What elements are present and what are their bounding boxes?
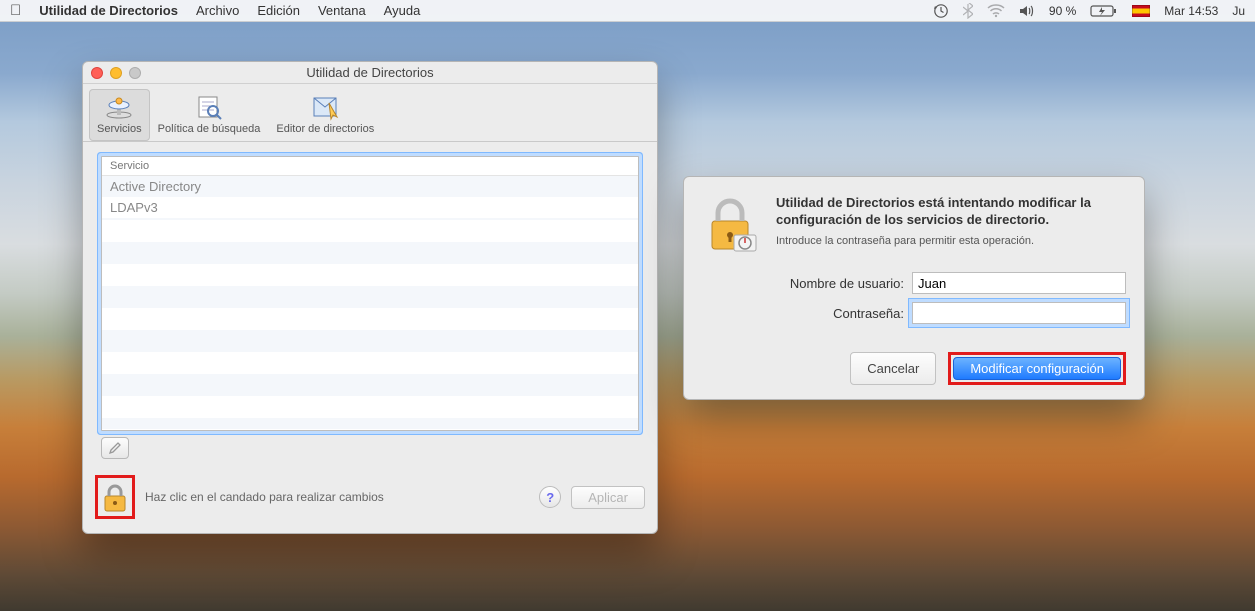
toolbar: Servicios Política de búsqueda Editor de… xyxy=(83,84,657,142)
lock-button[interactable] xyxy=(100,482,130,514)
tab-editor-label: Editor de directorios xyxy=(276,123,374,135)
tab-servicios[interactable]: Servicios xyxy=(89,89,150,141)
window-title: Utilidad de Directorios xyxy=(306,65,433,80)
tab-servicios-label: Servicios xyxy=(97,123,142,135)
clock[interactable]: Mar 14:53 xyxy=(1164,4,1218,18)
tab-politica[interactable]: Política de búsqueda xyxy=(150,89,269,141)
time-machine-icon[interactable] xyxy=(933,3,949,19)
services-list[interactable]: Servicio Active Directory LDAPv3 xyxy=(101,156,639,431)
apply-button[interactable]: Aplicar xyxy=(571,486,645,509)
apple-menu-icon[interactable]:  xyxy=(10,2,21,19)
minimize-window-button[interactable] xyxy=(110,67,122,79)
battery-percentage: 90 % xyxy=(1049,4,1076,18)
auth-subtext: Introduce la contraseña para permitir es… xyxy=(776,235,1126,247)
password-field[interactable] xyxy=(912,302,1126,324)
directory-utility-window: Utilidad de Directorios Servicios Políti… xyxy=(82,61,658,534)
edit-service-button[interactable] xyxy=(101,437,129,459)
tab-politica-label: Política de búsqueda xyxy=(158,123,261,135)
password-label: Contraseña: xyxy=(776,306,904,321)
username-label: Nombre de usuario: xyxy=(776,276,904,291)
auth-dialog: Utilidad de Directorios está intentando … xyxy=(683,176,1145,400)
zoom-window-button[interactable] xyxy=(129,67,141,79)
auth-headline: Utilidad de Directorios está intentando … xyxy=(776,195,1126,229)
menu-edicion[interactable]: Edición xyxy=(257,3,300,18)
cancel-button[interactable]: Cancelar xyxy=(850,352,936,385)
lock-hint-text: Haz clic en el candado para realizar cam… xyxy=(145,490,529,504)
close-window-button[interactable] xyxy=(91,67,103,79)
services-icon xyxy=(103,93,135,121)
pencil-icon xyxy=(108,441,122,455)
app-menu[interactable]: Utilidad de Directorios xyxy=(39,3,178,18)
lock-highlight xyxy=(95,475,135,519)
window-titlebar: Utilidad de Directorios xyxy=(83,62,657,84)
modify-configuration-button[interactable]: Modificar configuración xyxy=(953,357,1121,380)
menu-ayuda[interactable]: Ayuda xyxy=(384,3,421,18)
tab-editor[interactable]: Editor de directorios xyxy=(268,89,382,141)
directory-editor-icon xyxy=(309,93,341,121)
window-footer: Haz clic en el candado para realizar cam… xyxy=(83,465,657,533)
menubar:  Utilidad de Directorios Archivo Edició… xyxy=(0,0,1255,22)
menu-archivo[interactable]: Archivo xyxy=(196,3,239,18)
menu-ventana[interactable]: Ventana xyxy=(318,3,366,18)
search-policy-icon xyxy=(193,93,225,121)
help-button[interactable]: ? xyxy=(539,486,561,508)
services-list-header: Servicio xyxy=(102,157,638,176)
window-traffic-lights xyxy=(91,67,141,79)
lock-icon xyxy=(100,482,130,514)
list-item[interactable]: LDAPv3 xyxy=(102,197,638,218)
confirm-highlight: Modificar configuración xyxy=(948,352,1126,385)
auth-lock-icon xyxy=(702,195,762,258)
bluetooth-icon[interactable] xyxy=(963,3,973,19)
list-item[interactable]: Active Directory xyxy=(102,176,638,197)
volume-icon[interactable] xyxy=(1019,4,1035,18)
wifi-icon[interactable] xyxy=(987,4,1005,18)
input-source-flag-icon[interactable] xyxy=(1132,5,1150,17)
battery-icon[interactable] xyxy=(1090,4,1118,18)
username-field[interactable] xyxy=(912,272,1126,294)
clock-extra: Ju xyxy=(1232,4,1245,18)
